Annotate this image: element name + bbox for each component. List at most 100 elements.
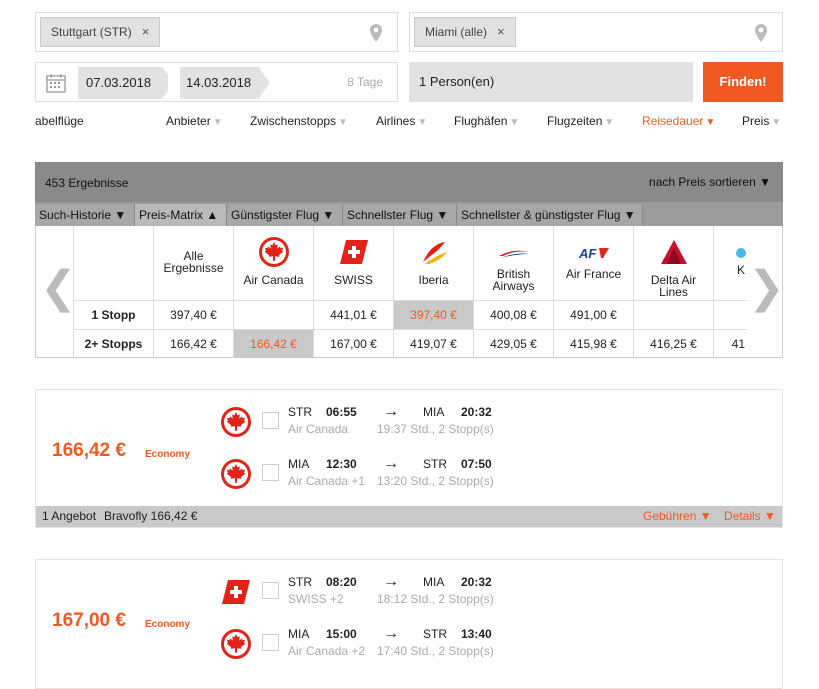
remove-destination-icon[interactable]: × [497, 18, 505, 46]
col-header-air-canada[interactable]: Air Canada [234, 226, 313, 300]
filter-stops[interactable]: Zwischenstopps ▼ [250, 114, 348, 128]
leg-destination: MIA [423, 575, 445, 589]
chevron-down-icon: ▼ [417, 117, 428, 128]
calendar-icon[interactable] [46, 73, 66, 93]
matrix-cell[interactable]: 415,98 € [554, 329, 633, 357]
origin-field[interactable]: Stuttgart (STR) × [35, 12, 398, 52]
air-france-logo-icon: AF [578, 246, 609, 261]
leg-arrival-time: 13:40 [461, 627, 492, 641]
leg-duration: 18:12 Std., 2 Stopp(s) [377, 592, 494, 606]
airline-logo-icon [736, 248, 746, 258]
matrix-cell[interactable] [234, 300, 313, 329]
sort-dropdown[interactable]: nach Preis sortieren ▼ [649, 175, 771, 189]
filter-cabin[interactable]: abelflüge [35, 114, 84, 128]
matrix-cell[interactable]: 400,08 € [474, 300, 553, 329]
speedmarque-icon [498, 250, 529, 258]
cabin-class: Economy [145, 449, 191, 460]
matrix-cell[interactable] [714, 300, 747, 329]
col-header-all[interactable]: Alle Ergebnisse [154, 226, 233, 300]
chevron-down-icon: ▼ [212, 117, 223, 128]
leg-origin: STR [288, 575, 312, 589]
persons-select[interactable]: 1 Person(en) [409, 62, 693, 102]
leg-duration: 13:20 Std., 2 Stopp(s) [377, 474, 494, 488]
filter-price[interactable]: Preis ▼ [742, 114, 781, 128]
tab-search-history[interactable]: Such-Historie ▼ [35, 204, 135, 226]
leg-origin: MIA [288, 627, 310, 641]
date-end-chevron [258, 67, 270, 99]
select-leg-checkbox[interactable] [262, 582, 279, 599]
details-link[interactable]: Details ▼ [724, 506, 776, 527]
matrix-cell[interactable]: 397,40 € [394, 300, 473, 329]
matrix-cell[interactable]: 167,00 € [314, 329, 393, 357]
price-matrix: ❮ ❯ 1 Stopp 2+ Stopps Alle Ergebnisse 39… [35, 226, 783, 358]
svg-text:AF: AF [578, 246, 597, 260]
destination-field[interactable]: Miami (alle) × [409, 12, 783, 52]
remove-origin-icon[interactable]: × [142, 18, 150, 46]
return-date[interactable]: 14.03.2018 [180, 67, 260, 99]
matrix-cell[interactable]: 441,01 € [314, 300, 393, 329]
leg-origin: STR [288, 405, 312, 419]
matrix-cell[interactable]: 166,42 € [234, 329, 313, 357]
offer-count: 1 Angebot [42, 509, 97, 523]
leg-airline: Air Canada +1 [288, 474, 366, 488]
iberia-logo-icon [422, 242, 447, 264]
location-pin-icon[interactable] [367, 23, 385, 43]
filter-airports[interactable]: Flughäfen ▼ [454, 114, 519, 128]
matrix-cell[interactable]: 419,07 € [394, 329, 473, 357]
result-price: 166,42 € [52, 440, 126, 461]
cabin-class: Economy [145, 619, 191, 630]
matrix-col-iberia: Iberia 397,40 € 419,07 € [393, 226, 473, 357]
leg-origin: MIA [288, 457, 310, 471]
swiss-flag-icon [222, 580, 250, 604]
matrix-prev-icon[interactable]: ❮ [40, 262, 77, 313]
select-leg-checkbox[interactable] [262, 412, 279, 429]
matrix-cell[interactable]: 491,00 € [554, 300, 633, 329]
chevron-down-icon: ▼ [509, 117, 520, 128]
destination-chip: Miami (alle) × [414, 17, 516, 47]
matrix-col-all: Alle Ergebnisse 397,40 € 166,42 € [153, 226, 233, 357]
caret-down-icon: ▼ [623, 208, 636, 222]
leg-duration: 19:37 Std., 2 Stopp(s) [377, 422, 494, 436]
maple-leaf-icon [221, 459, 251, 489]
chevron-down-icon: ▼ [338, 117, 348, 128]
leg-airline: SWISS +2 [288, 592, 344, 606]
col-header-british-airways[interactable]: British Airways [474, 226, 553, 300]
leg-departure-time: 12:30 [326, 457, 357, 471]
matrix-next-icon[interactable]: ❯ [748, 262, 782, 313]
tab-fastest[interactable]: Schnellster Flug ▼ [343, 204, 457, 226]
filter-duration[interactable]: Reisedauer ▼ [642, 114, 715, 128]
col-header-partial[interactable]: K [714, 226, 747, 300]
matrix-cell[interactable]: 429,05 € [474, 329, 553, 357]
col-header-iberia[interactable]: Iberia [394, 226, 473, 300]
col-header-swiss[interactable]: SWISS [314, 226, 393, 300]
matrix-cell[interactable]: 397,40 € [154, 300, 233, 329]
date-picker[interactable]: 07.03.2018 14.03.2018 8 Tage [35, 62, 398, 102]
departure-date[interactable]: 07.03.2018 [78, 67, 168, 99]
select-leg-checkbox[interactable] [262, 634, 279, 651]
matrix-cell[interactable]: 166,42 € [154, 329, 233, 357]
matrix-cell[interactable]: 41 [714, 329, 747, 357]
destination-chip-label: Miami (alle) [425, 25, 488, 39]
matrix-cell[interactable] [634, 300, 713, 329]
tab-cheapest[interactable]: Günstigster Flug ▼ [227, 204, 343, 226]
result-card[interactable]: 167,00 € Economy STR 08:20 → MIA 20:32 S… [35, 559, 783, 689]
caret-down-icon: ▼ [436, 208, 449, 222]
find-button[interactable]: Finden! [703, 62, 783, 102]
col-header-air-france[interactable]: AF Air France [554, 226, 633, 300]
chevron-down-icon: ▼ [771, 117, 782, 128]
leg-arrow: → [383, 625, 399, 642]
filter-airlines[interactable]: Airlines ▼ [376, 114, 427, 128]
tab-price-matrix[interactable]: Preis-Matrix ▲ [135, 204, 227, 226]
swiss-flag-icon [339, 240, 368, 264]
tab-fastest-cheapest[interactable]: Schnellster & günstigster Flug ▼ [457, 204, 643, 226]
leg-arrow: → [383, 573, 399, 590]
result-card[interactable]: 166,42 € Economy STR 06:55 → MIA 20:32 A… [35, 389, 783, 528]
col-header-delta[interactable]: Delta Air Lines [634, 226, 713, 300]
leg-destination: MIA [423, 405, 445, 419]
filter-providers[interactable]: Anbieter ▼ [166, 114, 223, 128]
location-pin-icon[interactable] [752, 23, 770, 43]
filter-times[interactable]: Flugzeiten ▼ [547, 114, 614, 128]
matrix-cell[interactable]: 416,25 € [634, 329, 713, 357]
fees-link[interactable]: Gebühren ▼ [643, 506, 712, 527]
select-leg-checkbox[interactable] [262, 464, 279, 481]
